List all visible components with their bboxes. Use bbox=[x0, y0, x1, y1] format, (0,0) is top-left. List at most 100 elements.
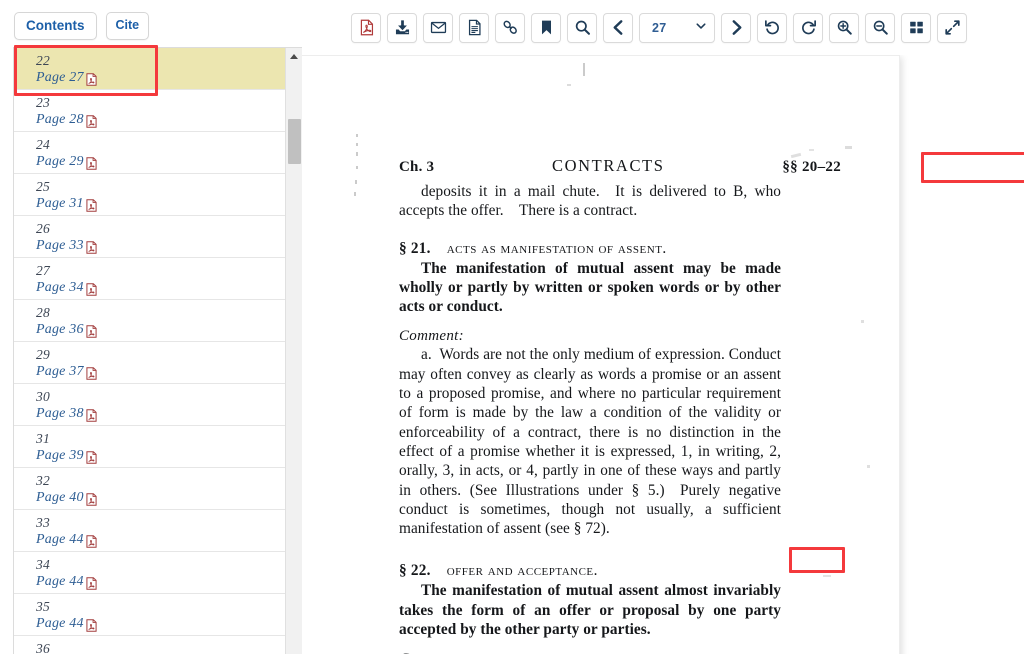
tab-contents[interactable]: Contents bbox=[14, 12, 97, 40]
page-select-value: 27 bbox=[652, 20, 667, 35]
toc-panel: 22 Page 27 23 Page 28 24 Page 29 25 Page 31 26 Pa… bbox=[13, 47, 302, 654]
toc-item-page-link[interactable]: Page 44 bbox=[36, 615, 286, 633]
toc-item[interactable]: 29 Page 37 bbox=[14, 342, 286, 384]
pdf-file-icon bbox=[86, 576, 97, 590]
toc-item-page-link[interactable]: Page 44 bbox=[36, 531, 286, 549]
toc-item-number: 25 bbox=[36, 179, 50, 194]
running-head: Ch. 3 CONTRACTS §§ 20–22 bbox=[302, 156, 899, 176]
toc-item-page-label: Page 44 bbox=[36, 532, 84, 547]
pdf-file-icon bbox=[86, 534, 97, 548]
zoom-in-icon[interactable] bbox=[829, 12, 859, 43]
toc-item[interactable]: 22 Page 27 bbox=[14, 48, 286, 90]
toc-item[interactable]: 35 Page 44 bbox=[14, 594, 286, 636]
document-viewer: 27 Ch. 3 CONTRACTS §§ 20–22 deposits it … bbox=[302, 0, 1024, 654]
prev-page-icon[interactable] bbox=[603, 12, 633, 43]
section-22-title: Offer and Acceptance. bbox=[446, 562, 598, 580]
toc-item-page-link[interactable]: Page 39 bbox=[36, 447, 286, 465]
thumbnails-icon[interactable] bbox=[901, 12, 931, 43]
toc-item-page-link[interactable]: Page 44 bbox=[36, 573, 286, 591]
section-21-title: Acts as Manifestation of Assent. bbox=[446, 239, 667, 257]
toc-item-page-label: Page 33 bbox=[36, 238, 84, 253]
toc-item[interactable]: 23 Page 28 bbox=[14, 90, 286, 132]
toc-item-page-label: Page 40 bbox=[36, 490, 84, 505]
viewer-toolbar: 27 bbox=[302, 0, 1024, 55]
toc-item-page-link[interactable]: Page 40 bbox=[36, 489, 286, 507]
pdf-file-icon bbox=[86, 408, 97, 422]
zoom-out-icon[interactable] bbox=[865, 12, 895, 43]
email-icon[interactable] bbox=[423, 12, 453, 43]
toc-item-page-link[interactable]: Page 27 bbox=[36, 69, 286, 87]
toc-item-page-link[interactable]: Page 31 bbox=[36, 195, 286, 213]
page-select[interactable]: 27 bbox=[639, 12, 715, 43]
page-scroll-area[interactable]: Ch. 3 CONTRACTS §§ 20–22 deposits it in … bbox=[302, 55, 1024, 654]
pdf-icon[interactable] bbox=[351, 12, 381, 43]
section-21-comment-label: Comment: bbox=[399, 328, 464, 345]
chevron-down-icon bbox=[695, 19, 707, 37]
running-head-chapter: Ch. 3 bbox=[399, 159, 435, 175]
toc-list[interactable]: 22 Page 27 23 Page 28 24 Page 29 25 Page 31 26 Pa… bbox=[14, 48, 286, 654]
toc-item-page-label: Page 28 bbox=[36, 112, 84, 127]
toc-item-page-label: Page 44 bbox=[36, 574, 84, 589]
toc-item-number: 29 bbox=[36, 347, 50, 362]
pdf-file-icon bbox=[86, 72, 97, 86]
toc-item-page-link[interactable]: Page 29 bbox=[36, 153, 286, 171]
toc-item-number: 33 bbox=[36, 515, 50, 530]
toc-item[interactable]: 24 Page 29 bbox=[14, 132, 286, 174]
toc-item-page-label: Page 27 bbox=[36, 70, 84, 85]
toc-item[interactable]: 34 Page 44 bbox=[14, 552, 286, 594]
section-21-number: § 21. bbox=[399, 239, 431, 257]
toc-item-number: 22 bbox=[36, 53, 50, 68]
rotate-left-icon[interactable] bbox=[757, 12, 787, 43]
toc-item-number: 26 bbox=[36, 221, 50, 236]
toc-item[interactable]: 27 Page 34 bbox=[14, 258, 286, 300]
toc-item[interactable]: 30 Page 38 bbox=[14, 384, 286, 426]
toc-item-page-label: Page 36 bbox=[36, 322, 84, 337]
scrollbar-thumb[interactable] bbox=[288, 119, 301, 164]
search-icon[interactable] bbox=[567, 12, 597, 43]
paragraph-top: deposits it in a mail chute. It is deliv… bbox=[399, 183, 781, 220]
toc-item-number: 36 bbox=[36, 641, 50, 654]
pdf-viewer-app: Contents Cite 22 Page 27 23 Page 28 24 Page 2… bbox=[0, 0, 1024, 654]
document-page: Ch. 3 CONTRACTS §§ 20–22 deposits it in … bbox=[302, 55, 900, 654]
scroll-up-arrow-icon[interactable] bbox=[286, 48, 302, 65]
scanned-page-content: Ch. 3 CONTRACTS §§ 20–22 deposits it in … bbox=[302, 56, 899, 654]
section-21-comment-a: a. Words are not the only medium of expr… bbox=[399, 346, 781, 538]
pdf-file-icon bbox=[86, 282, 97, 296]
toc-item-page-label: Page 34 bbox=[36, 280, 84, 295]
toc-item-page-label: Page 44 bbox=[36, 616, 84, 631]
sidebar-tabbar: Contents Cite bbox=[0, 0, 302, 46]
toc-item-page-link[interactable]: Page 28 bbox=[36, 111, 286, 129]
pdf-file-icon bbox=[86, 324, 97, 338]
pdf-file-icon bbox=[86, 618, 97, 632]
toc-item-number: 32 bbox=[36, 473, 50, 488]
toc-item[interactable]: 36 bbox=[14, 636, 286, 654]
toc-item[interactable]: 26 Page 33 bbox=[14, 216, 286, 258]
running-head-title: CONTRACTS bbox=[552, 156, 665, 175]
rotate-right-icon[interactable] bbox=[793, 12, 823, 43]
bookmark-icon[interactable] bbox=[531, 12, 561, 43]
document-icon[interactable] bbox=[459, 12, 489, 43]
toc-item-page-label: Page 37 bbox=[36, 364, 84, 379]
download-icon[interactable] bbox=[387, 12, 417, 43]
running-head-sections: §§ 20–22 bbox=[782, 159, 841, 175]
tab-cite[interactable]: Cite bbox=[105, 12, 150, 40]
toc-item-page-link[interactable]: Page 33 bbox=[36, 237, 286, 255]
next-page-icon[interactable] bbox=[721, 12, 751, 43]
pdf-file-icon bbox=[86, 366, 97, 380]
toc-item-page-label: Page 31 bbox=[36, 196, 84, 211]
toc-item-number: 30 bbox=[36, 389, 50, 404]
link-icon[interactable] bbox=[495, 12, 525, 43]
toc-item[interactable]: 28 Page 36 bbox=[14, 300, 286, 342]
toc-item-page-link[interactable]: Page 38 bbox=[36, 405, 286, 423]
toc-scrollbar[interactable] bbox=[285, 48, 302, 654]
sidebar: Contents Cite 22 Page 27 23 Page 28 24 Page 2… bbox=[0, 0, 302, 654]
toc-item-page-link[interactable]: Page 34 bbox=[36, 279, 286, 297]
fullscreen-icon[interactable] bbox=[937, 12, 967, 43]
toc-item[interactable]: 31 Page 39 bbox=[14, 426, 286, 468]
toc-item[interactable]: 33 Page 44 bbox=[14, 510, 286, 552]
toc-item[interactable]: 32 Page 40 bbox=[14, 468, 286, 510]
toc-item-page-link[interactable]: Page 37 bbox=[36, 363, 286, 381]
toc-item[interactable]: 25 Page 31 bbox=[14, 174, 286, 216]
toc-item-page-link[interactable]: Page 36 bbox=[36, 321, 286, 339]
toc-item-number: 24 bbox=[36, 137, 50, 152]
